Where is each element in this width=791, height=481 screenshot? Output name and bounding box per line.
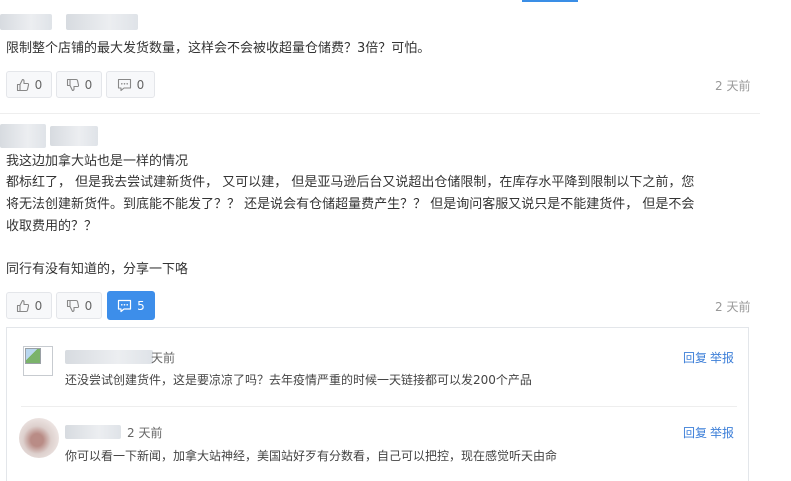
comment-icon <box>117 78 132 92</box>
dislike-count: 0 <box>84 298 93 313</box>
reply-link[interactable]: 回复 <box>683 349 707 366</box>
comment-text-line: 将无法创建新货件。到底能不能发了？？ 还是说会有仓储超量费产生？？ 但是询问客服… <box>6 197 695 212</box>
user-meta-blurred <box>66 14 138 30</box>
avatar <box>23 346 53 376</box>
comment-text-line: 同行有没有知道的，分享一下咯 <box>6 262 189 277</box>
comment-time: 2 天前 <box>715 300 751 314</box>
like-button[interactable]: 0 <box>6 292 52 319</box>
reply-count: 5 <box>137 298 145 313</box>
dislike-button[interactable]: 0 <box>56 292 102 319</box>
replies-panel: 天前 还没尝试创建货件，这是要凉凉了吗？去年疫情严重的时候一天链接都可以发200… <box>6 327 749 481</box>
reply-count-button[interactable]: 0 <box>106 71 155 98</box>
like-count: 0 <box>34 298 43 313</box>
username-blurred <box>65 350 153 364</box>
reply-text: 你可以看一下新闻，加拿大站神经，美国站好歹有分数看，自己可以把控，现在感觉听天由… <box>65 449 558 463</box>
comment-text-line: 我这边加拿大站也是一样的情况 <box>6 154 189 169</box>
dislike-button[interactable]: 0 <box>56 71 102 98</box>
thumbs-up-icon <box>16 78 30 92</box>
reply-divider <box>21 406 737 407</box>
replies-toggle-button[interactable]: 5 <box>107 291 155 320</box>
reply-text: 还没尝试创建货件，这是要凉凉了吗？去年疫情严重的时候一天链接都可以发200个产品 <box>65 373 532 387</box>
reply-count: 0 <box>136 77 145 92</box>
like-button[interactable]: 0 <box>6 71 52 98</box>
user-meta-blurred <box>50 126 98 146</box>
reply-link[interactable]: 回复 <box>683 424 707 441</box>
avatar <box>19 418 59 458</box>
comment-text: 限制整个店铺的最大发货数量，这样会不会被收超量仓储费？3倍？可怕。 <box>6 41 431 56</box>
reply-time: 天前 <box>151 351 176 365</box>
thumbs-down-icon <box>66 78 80 92</box>
username-blurred <box>0 124 46 148</box>
thumbs-down-icon <box>66 299 80 313</box>
report-link[interactable]: 举报 <box>710 349 734 366</box>
report-link[interactable]: 举报 <box>710 424 734 441</box>
thumbs-up-icon <box>16 299 30 313</box>
comment-text-line: 都标红了， 但是我去尝试建新货件， 又可以建， 但是亚马逊后台又说超出仓储限制，… <box>6 175 695 190</box>
dislike-count: 0 <box>84 77 93 92</box>
active-tab-indicator <box>522 0 578 2</box>
comment-text-line: 收取费用的？？ <box>6 219 98 234</box>
reply-time: 2 天前 <box>127 426 163 440</box>
comment-icon <box>117 299 132 313</box>
username-blurred <box>65 425 121 439</box>
username-blurred <box>0 14 52 30</box>
like-count: 0 <box>34 77 43 92</box>
comment-time: 2 天前 <box>715 79 751 93</box>
comment-divider <box>0 113 760 114</box>
